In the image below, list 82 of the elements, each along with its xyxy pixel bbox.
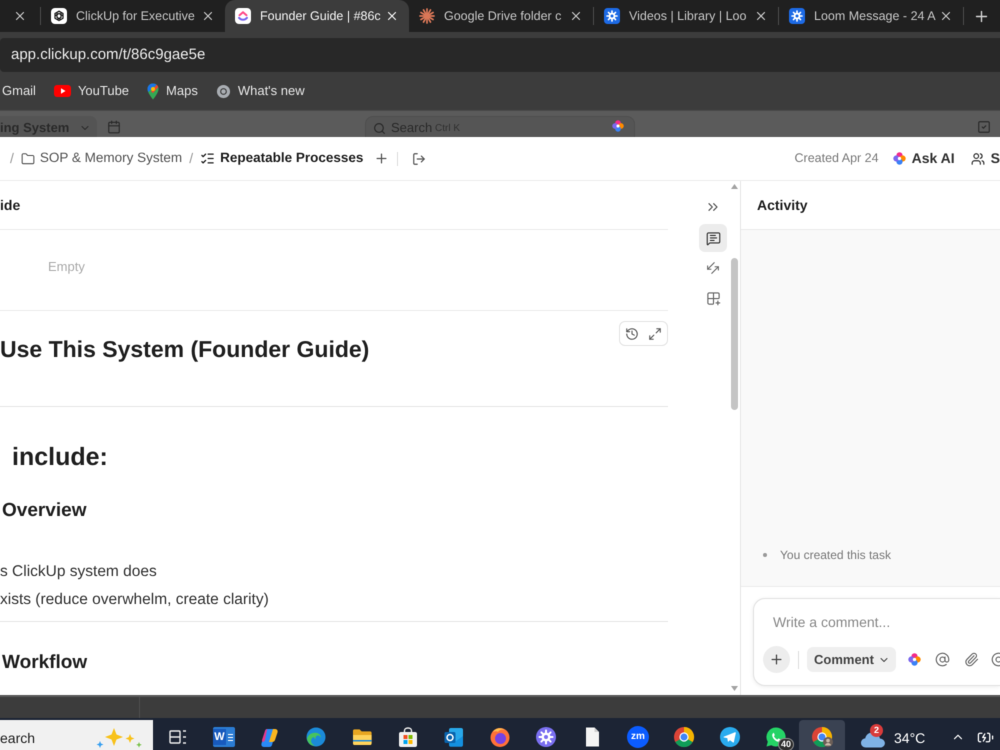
checklist-icon	[200, 151, 216, 166]
close-icon[interactable]	[569, 9, 583, 23]
bookmark-link[interactable]: Maps	[147, 81, 198, 101]
play-logo-icon	[54, 85, 71, 97]
folder-icon	[20, 152, 35, 166]
starburst-icon	[419, 8, 435, 24]
breadcrumb-link[interactable]: Repeatable Processes	[200, 148, 364, 169]
add-button[interactable]	[763, 646, 790, 673]
taskbar-search-box[interactable]: earch	[0, 720, 153, 750]
mention-icon[interactable]	[934, 652, 950, 667]
activity-heading: Activity	[757, 196, 808, 215]
share-button[interactable]: S	[970, 148, 1000, 169]
breadcrumb-separator: /	[189, 149, 194, 168]
browser-tab[interactable]: Google Drive folder c	[409, 0, 593, 32]
search-icon	[373, 122, 386, 135]
taskbar-button[interactable]: zm	[615, 720, 661, 750]
browser-tab[interactable]: Videos | Library | Loo	[594, 0, 778, 32]
activity-entry: You created this task	[780, 547, 891, 563]
tricolor-orb-icon	[673, 726, 695, 748]
expand-icon[interactable]	[648, 326, 662, 340]
video-app-logo: zm	[627, 726, 649, 748]
notification-badge: 40	[778, 738, 794, 750]
ring-logo-icon	[216, 84, 231, 98]
bookmark-link[interactable]: YouTube	[54, 81, 130, 101]
bookmark-link[interactable]: Gmail	[2, 81, 36, 101]
comment-type-button[interactable]: Comment	[807, 647, 896, 672]
browser-tab[interactable]: Loom Message - 24 A	[779, 0, 963, 32]
paper-plane-icon	[719, 726, 741, 748]
comment-icon	[706, 230, 720, 246]
bullet-icon	[763, 553, 767, 557]
list-item-text: s ClickUp system does	[0, 562, 157, 582]
wave-app-icon	[305, 726, 327, 748]
add-icon[interactable]	[374, 151, 390, 166]
breadcrumb-separator: /	[10, 149, 14, 168]
comment-field[interactable]: Write a comment...	[773, 612, 973, 632]
orb-with-avatar-icon	[811, 726, 833, 748]
taskbar-search-input[interactable]: earch	[0, 730, 80, 746]
paperclip-icon[interactable]	[964, 652, 979, 667]
history-icon[interactable]	[625, 326, 639, 340]
close-icon[interactable]	[13, 9, 27, 23]
mail-app-icon	[443, 726, 465, 748]
chevron-logo-icon	[235, 8, 251, 24]
flower-icon	[612, 120, 624, 132]
map-pin-icon	[147, 82, 160, 100]
close-icon[interactable]	[939, 9, 953, 23]
plus-icon	[769, 652, 784, 667]
exit-icon[interactable]	[412, 152, 426, 166]
taskbar-button[interactable]: 40	[753, 720, 799, 750]
created-date: Created Apr 24	[794, 150, 879, 168]
close-icon[interactable]	[385, 9, 399, 23]
doc-subheading: Overview	[2, 499, 86, 523]
flower-icon	[892, 152, 906, 165]
bookmark-link[interactable]: What's new	[216, 81, 305, 101]
shopping-bag-icon	[397, 726, 419, 748]
sparkles-icon	[94, 727, 144, 749]
gear-app-icon	[535, 726, 557, 748]
close-icon[interactable]	[754, 9, 768, 23]
taskbar-button[interactable]: W	[201, 720, 247, 750]
list-item-text: xists (reduce overwhelm, create clarity)	[0, 590, 269, 610]
browser-tab[interactable]: ClickUp for Executive	[41, 0, 225, 32]
knot-logo-icon	[51, 8, 67, 24]
comments-button[interactable]	[699, 224, 727, 252]
notification-badge: 2	[870, 724, 883, 737]
address-field[interactable]: app.clickup.com/t/86c9gae5e	[0, 38, 1000, 72]
gear-logo-icon	[604, 8, 620, 24]
browser-tab[interactable]: Founder Guide | #86c	[225, 0, 409, 32]
task-title: ide	[0, 196, 20, 214]
scrollbar-thumb[interactable]	[730, 258, 738, 410]
check-square-icon[interactable]	[977, 120, 991, 134]
users-icon	[970, 152, 985, 166]
flower-icon[interactable]	[908, 653, 921, 666]
doc-subheading: Workflow	[2, 651, 88, 675]
breadcrumb-link[interactable]: SOP & Memory System	[20, 148, 182, 169]
weather-temperature: 34°C	[894, 730, 926, 746]
gear-logo-icon	[789, 8, 805, 24]
flame-globe-icon	[489, 726, 511, 748]
ask-ai-button[interactable]: Ask AI	[892, 148, 955, 169]
doc-heading: include:	[12, 442, 108, 472]
grid-plus-icon	[706, 290, 720, 306]
doc-heading: Use This System (Founder Guide)	[0, 335, 370, 363]
document-app-logo: W	[213, 727, 235, 747]
close-icon[interactable]	[201, 9, 215, 23]
